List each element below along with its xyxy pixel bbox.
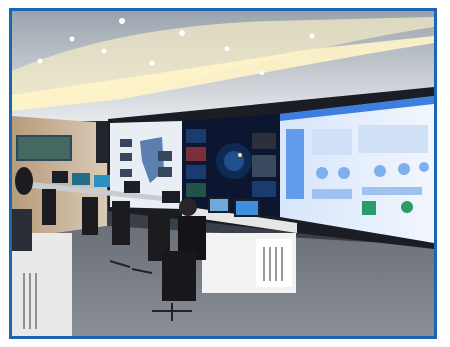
control-room-photo <box>12 11 434 336</box>
wall-column <box>96 121 108 163</box>
foreground-rack <box>12 209 32 251</box>
photo-frame <box>9 8 437 339</box>
